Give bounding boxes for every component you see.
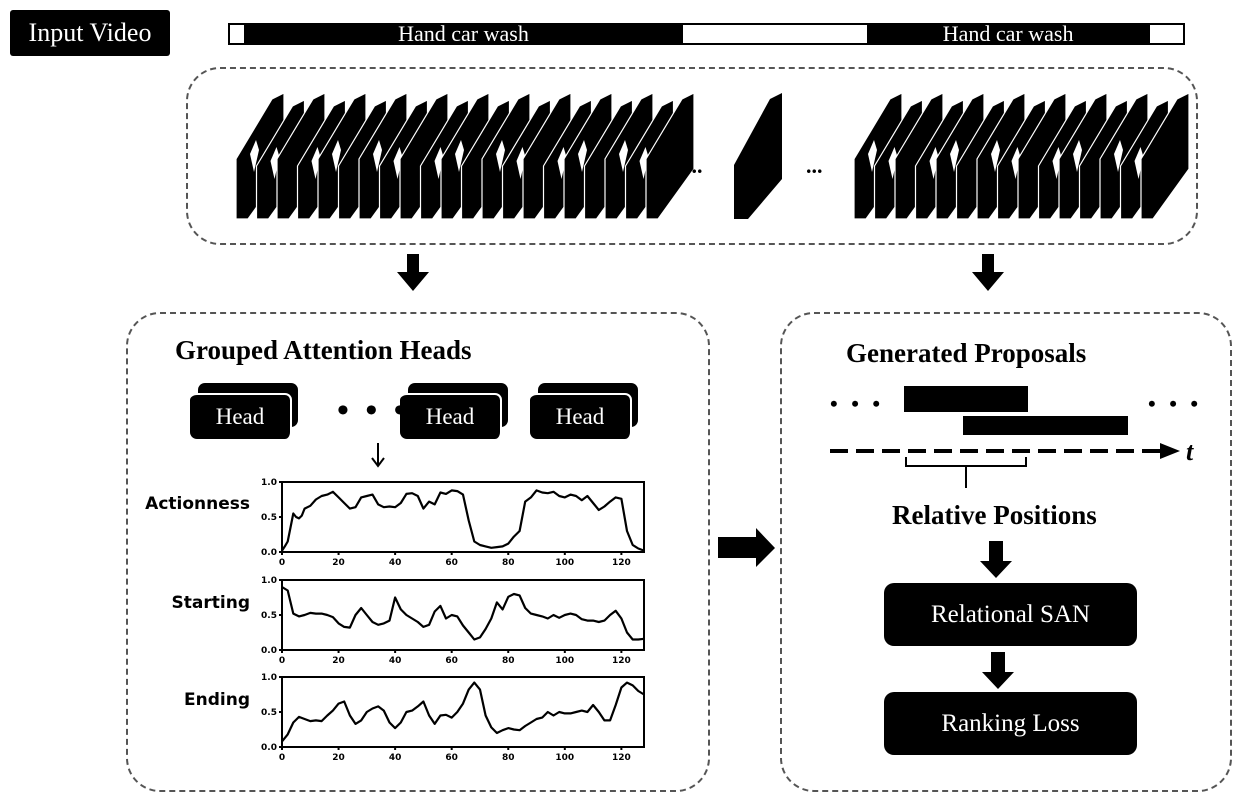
- line-chart-starting: 0.0 0.5 1.0 0 20 40 60 80 100 120: [261, 576, 645, 666]
- proposal-bar: [963, 416, 1128, 435]
- x-tick-label: 20: [332, 753, 345, 763]
- line-chart-ending: 0.0 0.5 1.0 0 20 40 60 80 100 120: [261, 673, 645, 763]
- panel-title: Grouped Attention Heads: [175, 335, 472, 365]
- timeline-segment-action: Hand car wash: [866, 23, 1150, 45]
- input-video-label: Input Video: [10, 10, 170, 56]
- x-tick-label: 0: [279, 753, 285, 763]
- timeline-segment-background: [682, 25, 867, 43]
- frames-ellipsis: ...: [686, 153, 703, 178]
- relational-san-box: Relational SAN: [884, 583, 1137, 646]
- attention-head: Head: [190, 383, 298, 439]
- y-tick-label: 1.0: [261, 673, 277, 683]
- down-arrow-icon: [980, 541, 1012, 578]
- x-tick-label: 120: [612, 558, 631, 568]
- y-tick-label: 0.0: [261, 548, 277, 558]
- plot-frame: [281, 481, 645, 553]
- down-arrow-icon: [397, 254, 429, 291]
- chart-ylabel: Ending: [184, 690, 250, 710]
- x-tick-label: 40: [389, 558, 402, 568]
- x-tick-label: 100: [555, 753, 574, 763]
- down-arrow-icon: [982, 652, 1014, 689]
- y-tick-label: 0.5: [261, 708, 277, 718]
- x-tick-label: 60: [445, 558, 458, 568]
- y-tick-label: 1.0: [261, 576, 277, 586]
- x-tick-label: 60: [445, 656, 458, 666]
- series-line: [281, 586, 645, 641]
- proposals-ellipsis-left: • • •: [830, 391, 885, 416]
- thin-down-arrow-icon: [371, 443, 385, 468]
- down-arrow-icon: [972, 254, 1004, 291]
- heads-ellipsis: • • •: [337, 392, 410, 429]
- x-tick-label: 80: [502, 656, 515, 666]
- y-tick-label: 0.0: [261, 743, 277, 753]
- x-tick-label: 80: [502, 753, 515, 763]
- time-axis: [830, 443, 1180, 488]
- time-axis-label: t: [1186, 437, 1194, 466]
- x-tick-label: 120: [612, 753, 631, 763]
- timeline-segment-action: Hand car wash: [244, 23, 683, 45]
- y-tick-label: 1.0: [261, 478, 277, 488]
- y-tick-label: 0.5: [261, 513, 277, 523]
- head-label: Head: [400, 393, 502, 439]
- chart-ylabel: Starting: [171, 593, 250, 613]
- x-tick-label: 0: [279, 558, 285, 568]
- head-label: Head: [530, 393, 632, 439]
- axis-arrowhead-icon: [1160, 443, 1180, 459]
- x-tick-label: 120: [612, 656, 631, 666]
- x-tick-label: 100: [555, 558, 574, 568]
- score-plots: 0.00.51.00 20 40 60 80 100 1200.00.51.00 20 40 60…: [261, 478, 645, 763]
- y-tick-label: 0.5: [261, 611, 277, 621]
- chart-ylabel: Actionness: [145, 494, 250, 514]
- video-frame: [734, 93, 782, 219]
- x-tick-label: 80: [502, 558, 515, 568]
- plot-frame: [281, 676, 645, 748]
- relative-positions-label: Relative Positions: [892, 500, 1097, 530]
- series-line: [281, 681, 645, 743]
- head-label: Head: [190, 393, 292, 439]
- right-arrow-icon: [718, 528, 775, 567]
- relative-position-bracket: [905, 457, 1027, 467]
- x-tick-label: 20: [332, 558, 345, 568]
- x-tick-label: 20: [332, 656, 345, 666]
- timeline-segment-background: [1149, 25, 1183, 43]
- frame-single-middle: [734, 93, 782, 219]
- frame-stack-right: [853, 92, 1190, 220]
- x-tick-label: 0: [279, 656, 285, 666]
- panel-title: Generated Proposals: [846, 338, 1087, 368]
- frame-stack-left: [235, 92, 695, 220]
- video-frames-panel: ... ...: [186, 67, 1198, 245]
- proposal-bar: [904, 386, 1028, 412]
- x-tick-label: 40: [389, 656, 402, 666]
- x-tick-label: 40: [389, 753, 402, 763]
- series-line: [281, 489, 645, 552]
- x-tick-label: 60: [445, 753, 458, 763]
- attention-head: Head: [400, 383, 508, 439]
- video-timeline: Hand car wash Hand car wash: [228, 23, 1185, 45]
- timeline-segment-background: [230, 25, 245, 43]
- line-chart-actionness: 0.0 0.5 1.0 0 20 40 60 80 100 120: [261, 478, 645, 568]
- x-tick-label: 100: [555, 656, 574, 666]
- frames-ellipsis: ...: [806, 153, 823, 178]
- y-tick-label: 0.0: [261, 646, 277, 656]
- proposals-ellipsis-right: • • •: [1148, 391, 1203, 416]
- ranking-loss-box: Ranking Loss: [884, 692, 1137, 755]
- attention-head: Head: [530, 383, 638, 439]
- plot-frame: [281, 579, 645, 651]
